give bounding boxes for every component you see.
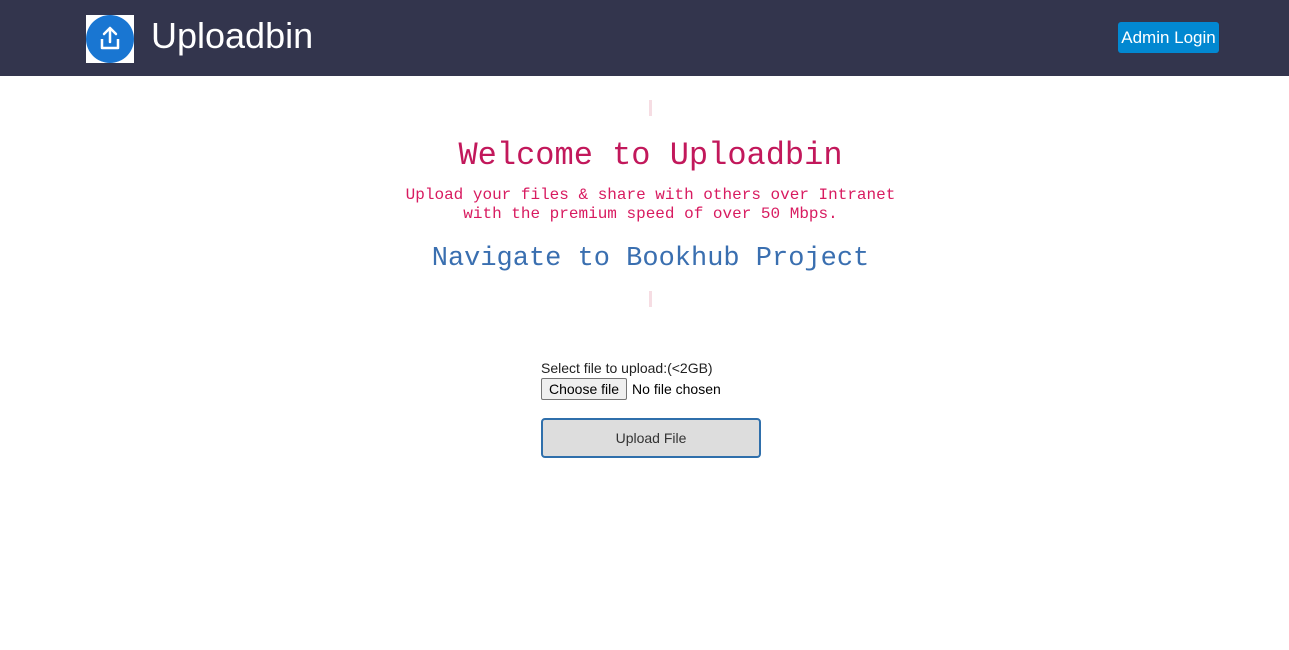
subtitle-line-2: with the premium speed of over 50 Mbps. — [463, 205, 838, 223]
no-file-text: No file chosen — [632, 381, 721, 397]
top-navbar: Uploadbin Admin Login — [0, 0, 1289, 76]
logo[interactable] — [86, 15, 134, 63]
file-input: Choose file No file chosen — [541, 378, 721, 400]
divider-top — [649, 100, 652, 116]
subtitle-line-1: Upload your files & share with others ov… — [405, 186, 896, 204]
bookhub-link[interactable]: Navigate to Bookhub Project — [0, 242, 1289, 276]
upload-icon — [86, 15, 134, 63]
upload-label: Select file to upload:(<2GB) — [541, 360, 713, 376]
choose-file-button[interactable]: Choose file — [541, 378, 628, 400]
brand-title[interactable]: Uploadbin — [151, 14, 313, 58]
upload-file-button[interactable]: Upload File — [541, 418, 761, 458]
divider-bottom — [649, 291, 652, 307]
admin-login-button[interactable]: Admin Login — [1118, 22, 1219, 53]
welcome-subtitle: Upload your files & share with others ov… — [0, 186, 1289, 224]
welcome-heading: Welcome to Uploadbin — [458, 137, 843, 174]
